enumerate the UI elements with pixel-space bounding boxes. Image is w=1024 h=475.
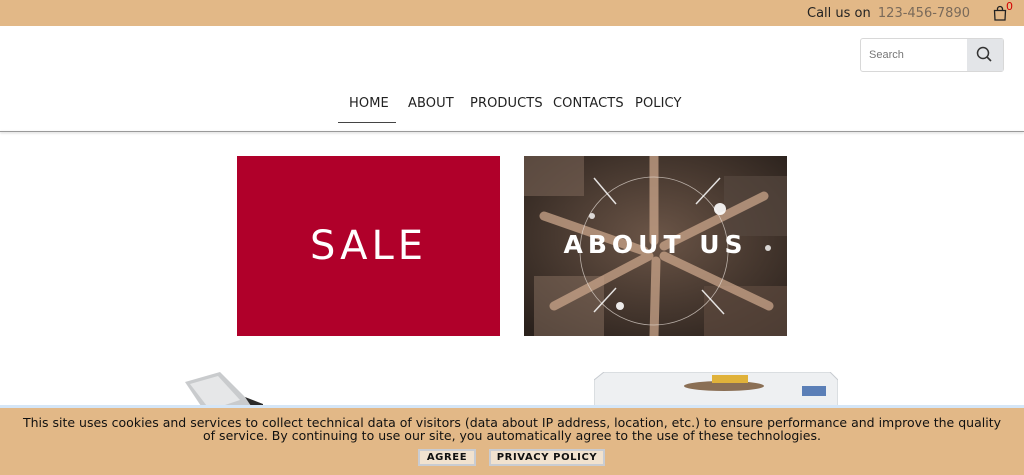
about-banner-label: ABOUT US	[563, 230, 748, 259]
nav-contacts[interactable]: CONTACTS	[553, 96, 624, 111]
contact-info: Call us on 123-456-7890	[807, 6, 970, 21]
nav-active-indicator	[338, 122, 396, 123]
top-bar: Call us on 123-456-7890 0	[0, 0, 1024, 26]
privacy-policy-button[interactable]: PRIVACY POLICY	[489, 449, 605, 466]
search-icon	[976, 46, 992, 62]
cookie-message: This site uses cookies and services to c…	[22, 415, 1001, 443]
search-input[interactable]	[861, 39, 969, 71]
nav-products[interactable]: PRODUCTS	[470, 96, 543, 111]
header-divider	[0, 131, 1024, 132]
cart-count-badge: 0	[1006, 0, 1013, 13]
main-nav: HOME ABOUT PRODUCTS CONTACTS POLICY	[0, 96, 1024, 123]
sale-banner[interactable]: SALE	[237, 156, 500, 336]
call-label: Call us on	[807, 6, 871, 21]
agree-button[interactable]: AGREE	[418, 449, 476, 466]
phone-link[interactable]: 123-456-7890	[878, 6, 970, 21]
cookie-banner: This site uses cookies and services to c…	[0, 405, 1024, 475]
nav-home[interactable]: HOME	[349, 96, 389, 111]
about-banner[interactable]: ABOUT US	[524, 156, 787, 336]
nav-policy[interactable]: POLICY	[635, 96, 682, 111]
sale-banner-label: SALE	[309, 223, 428, 269]
nav-about[interactable]: ABOUT	[408, 96, 454, 111]
search-button[interactable]	[967, 39, 1003, 71]
search-box	[860, 38, 1004, 72]
